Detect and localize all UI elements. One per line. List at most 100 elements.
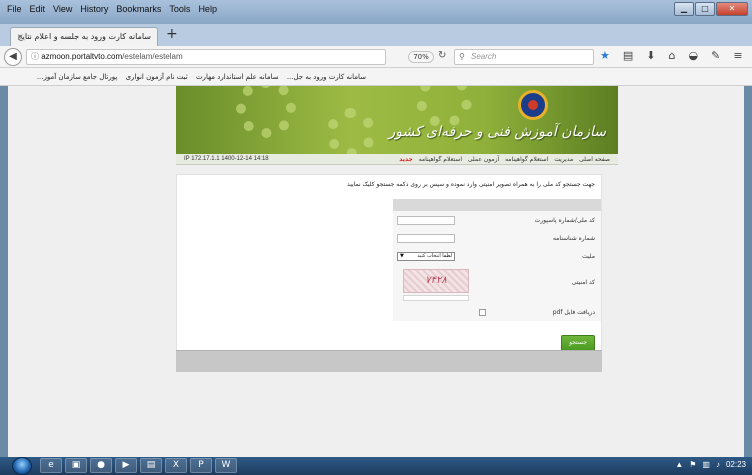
menu-file[interactable]: File (6, 4, 23, 18)
media-icon[interactable]: ▶ (115, 458, 137, 473)
nationality-select[interactable]: لطفا انتخاب کنید ▼ (397, 252, 455, 261)
url-path: /estelam/estelam (122, 52, 183, 61)
volume-icon[interactable]: ♪ (716, 460, 720, 469)
zoom-indicator[interactable]: 70% (408, 51, 434, 63)
nav-certificate-inquiry-new[interactable]: استعلام گواهینامه (419, 156, 462, 163)
tab-strip: سامانه کارت ورود به جلسه و اعلام نتایج ×… (0, 24, 752, 46)
nationality-row: ملیت لطفا انتخاب کنید ▼ (393, 251, 601, 265)
reading-list-icon[interactable]: ▤ (623, 49, 633, 62)
tab-close-icon[interactable]: × (17, 28, 24, 45)
dropdown-arrow-icon: ▼ (400, 253, 404, 259)
download-row: دریافت فایل pdf (393, 307, 601, 321)
tray-arrow-icon[interactable]: ▲ (675, 460, 683, 469)
network-icon[interactable]: ▥ (702, 460, 710, 469)
tab-current[interactable]: سامانه کارت ورود به جلسه و اعلام نتایج × (10, 27, 158, 46)
bookmarks-bar: سامانه کارت ورود به جل... سامانه علم است… (0, 68, 752, 86)
footer-band (176, 350, 602, 372)
extension-icon[interactable]: ✎ (711, 49, 720, 62)
gear-decoration-icon (326, 108, 376, 154)
taskbar-items: e ▣ ● ▶ ▤ X P W (40, 458, 237, 473)
bookmark-item[interactable]: ثبت نام آزمون انواری (126, 73, 188, 81)
search-button[interactable]: جستجو (561, 335, 595, 351)
nav-practical-exam[interactable]: آزمون عملی (468, 156, 499, 163)
system-tray: ▲ ⚑ ▥ ♪ 02:23 (675, 460, 746, 469)
download-checkbox[interactable] (479, 309, 486, 316)
ip-info: IP 172.17.1.1 1400-12-14 14:18 (184, 156, 269, 162)
url-host: azmoon.portaltvto.com (41, 52, 123, 61)
bookmark-item[interactable]: سامانه علم استاندارد مهارت (196, 73, 279, 81)
flag-icon[interactable]: ⚑ (689, 460, 696, 469)
captcha-image: ۷۴۲۸ (403, 269, 469, 293)
national-code-label: کد ملی/شماره پاسپورت (534, 217, 595, 224)
word-icon[interactable]: W (215, 458, 237, 473)
menu-tools[interactable]: Tools (168, 4, 191, 18)
pocket-icon[interactable]: ◒ (688, 49, 698, 62)
url-bar[interactable]: ⓘ azmoon.portaltvto.com/estelam/estelam (26, 49, 386, 65)
page-viewport: سازمان آموزش فنی و حرفه‌ای کشور IP 172.1… (8, 86, 744, 457)
captcha-label: کد امنیتی (571, 279, 595, 286)
menu-icon[interactable]: ≡ (733, 49, 742, 62)
national-code-input[interactable] (397, 216, 455, 225)
tab-title: سامانه کارت ورود به جلسه و اعلام نتایج (17, 32, 151, 41)
header-banner: سازمان آموزش فنی و حرفه‌ای کشور (176, 86, 618, 154)
powerpoint-icon[interactable]: P (190, 458, 212, 473)
home-icon[interactable]: ⌂ (669, 49, 676, 62)
form-header (393, 199, 601, 211)
nav-certificate-inquiry[interactable]: استعلام گواهینامه (505, 156, 548, 163)
title-bar: File Edit View History Bookmarks Tools H… (0, 0, 752, 24)
certificate-input[interactable] (397, 234, 455, 243)
navigation-bar: ◀ ⓘ azmoon.portaltvto.com/estelam/estela… (0, 46, 752, 68)
vertical-scrollbar[interactable] (736, 86, 744, 457)
close-icon[interactable]: ✕ (716, 2, 748, 16)
taskbar: e ▣ ● ▶ ▤ X P W ▲ ⚑ ▥ ♪ 02:23 (0, 457, 752, 475)
bookmark-item[interactable]: سامانه کارت ورود به جل... (287, 73, 366, 81)
info-icon[interactable]: ⓘ (31, 52, 39, 61)
reload-icon[interactable]: ↻ (438, 50, 446, 61)
org-logo (518, 90, 548, 120)
firefox-icon[interactable]: ● (90, 458, 112, 473)
gear-decoration-icon (236, 86, 296, 138)
maximize-icon[interactable]: □ (695, 2, 715, 16)
minimize-icon[interactable]: ▁ (674, 2, 694, 16)
new-badge: جدید (399, 156, 413, 163)
nav-links: صفحه اصلی مدیریت استعلام گواهینامه آزمون… (395, 154, 610, 165)
inquiry-panel: جهت جستجو کد ملی را به همراه تصویر امنیت… (176, 174, 602, 364)
folder-icon[interactable]: ▤ (140, 458, 162, 473)
bookmark-star-icon[interactable]: ★ (600, 49, 610, 62)
menu-help[interactable]: Help (197, 4, 218, 18)
menu-history[interactable]: History (79, 4, 109, 18)
inquiry-form: کد ملی/شماره پاسپورت شماره شناسنامه ملیت… (393, 211, 601, 321)
back-arrow-icon[interactable]: ◀ (4, 48, 22, 66)
search-input[interactable]: ⚲ Search (454, 49, 594, 65)
org-name: سازمان آموزش فنی و حرفه‌ای کشور (388, 124, 606, 140)
search-icon: ⚲ (459, 52, 465, 61)
download-label: دریافت فایل pdf (552, 309, 595, 316)
download-icon[interactable]: ⬇ (646, 49, 655, 62)
start-button[interactable] (12, 457, 32, 475)
bookmark-item[interactable]: پورتال جامع سازمان آموز... (37, 73, 118, 81)
nationality-value: لطفا انتخاب کنید (417, 253, 452, 259)
menu-edit[interactable]: Edit (29, 4, 47, 18)
top-navigation: IP 172.17.1.1 1400-12-14 14:18 صفحه اصلی… (176, 154, 618, 165)
ie-icon[interactable]: e (40, 458, 62, 473)
menu-view[interactable]: View (52, 4, 73, 18)
gear-decoration-icon (416, 86, 472, 128)
certificate-row: شماره شناسنامه (393, 233, 601, 247)
menu-bar: File Edit View History Bookmarks Tools H… (6, 4, 218, 18)
instruction-text: جهت جستجو کد ملی را به همراه تصویر امنیت… (347, 181, 595, 188)
national-code-row: کد ملی/شماره پاسپورت (393, 215, 601, 229)
toolbar-icons: ★ ▤ ⬇ ⌂ ◒ ✎ ≡ (600, 49, 743, 62)
menu-bookmarks[interactable]: Bookmarks (115, 4, 162, 18)
captcha-input[interactable] (403, 295, 469, 301)
nav-admin[interactable]: مدیریت (554, 156, 573, 163)
new-tab-button[interactable]: + (166, 26, 178, 42)
nationality-label: ملیت (582, 253, 595, 260)
captcha-row: کد امنیتی ۷۴۲۸ (393, 269, 601, 303)
nav-home[interactable]: صفحه اصلی (579, 156, 610, 163)
window-controls: ▁ □ ✕ (674, 2, 748, 16)
search-placeholder: Search (471, 52, 497, 61)
certificate-label: شماره شناسنامه (552, 235, 595, 242)
excel-icon[interactable]: X (165, 458, 187, 473)
explorer-icon[interactable]: ▣ (65, 458, 87, 473)
clock[interactable]: 02:23 (726, 460, 746, 469)
